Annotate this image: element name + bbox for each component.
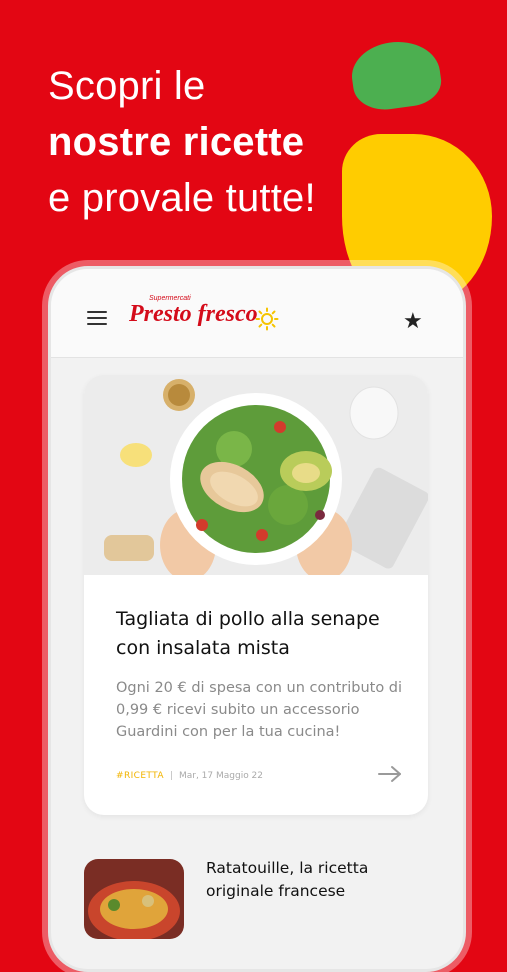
sun-icon (255, 307, 279, 331)
recipe-thumbnail (84, 859, 184, 939)
recipe-title[interactable]: Tagliata di pollo alla senape con insala… (116, 605, 406, 663)
featured-recipe-card[interactable]: Tagliata di pollo alla senape con insala… (84, 375, 428, 815)
arrow-right-icon[interactable] (378, 765, 402, 783)
recipe-date: Mar, 17 Maggio 22 (178, 771, 264, 781)
promo-line-3: e provale tutte! (48, 176, 316, 220)
list-item[interactable]: Ratatouille, la ricetta originale france… (84, 857, 428, 969)
salad-bowl-illustration (84, 375, 428, 575)
recipe-hero-image (84, 375, 428, 575)
recipe-tag[interactable]: #RICETTA (116, 771, 164, 781)
app-header: Supermercati Presto fresco ★ (51, 269, 463, 358)
promo-line-1: Scopri le (48, 64, 206, 108)
hamburger-menu-icon[interactable] (87, 311, 107, 326)
app-logo: Supermercati Presto fresco (129, 295, 279, 339)
meta-separator: | (169, 771, 173, 781)
recipe-meta: #RICETTA | Mar, 17 Maggio 22 (116, 771, 263, 781)
phone-frame: Supermercati Presto fresco ★ Tagliata di… (48, 266, 466, 972)
list-item-title[interactable]: Ratatouille, la ricetta originale france… (206, 857, 426, 903)
ratatouille-illustration (84, 859, 184, 939)
promo-headline: Scopri le nostre ricette e provale tutte… (48, 58, 316, 226)
logo-brand-name: Presto fresco (129, 301, 258, 327)
star-icon[interactable]: ★ (403, 311, 423, 333)
green-decor-blob (347, 36, 445, 114)
recipe-description: Ogni 20 € di spesa con un contributo di … (116, 680, 403, 740)
promo-line-2: nostre ricette (48, 120, 305, 164)
